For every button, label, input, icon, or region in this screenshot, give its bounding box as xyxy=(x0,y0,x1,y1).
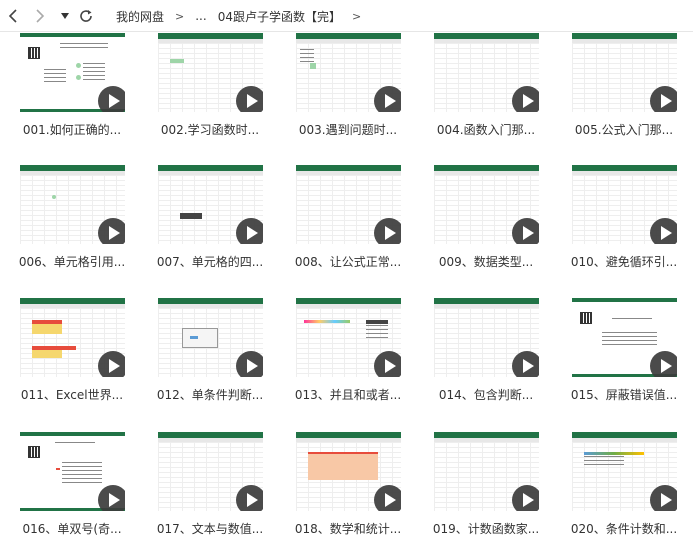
file-name-label: 005.公式入门那... xyxy=(574,123,674,137)
video-thumbnail xyxy=(434,33,539,112)
play-icon[interactable] xyxy=(236,351,263,377)
video-thumbnail xyxy=(20,298,125,377)
video-thumbnail xyxy=(158,33,263,112)
play-icon[interactable] xyxy=(374,351,401,377)
video-thumbnail xyxy=(296,298,401,377)
video-thumbnail xyxy=(572,432,677,511)
play-icon[interactable] xyxy=(512,351,539,377)
video-file-tile[interactable]: 001.如何正确的... xyxy=(0,33,134,153)
video-thumbnail xyxy=(434,165,539,244)
video-thumbnail xyxy=(20,432,125,511)
play-icon[interactable] xyxy=(650,351,677,377)
breadcrumb-separator: > xyxy=(351,9,362,23)
play-icon[interactable] xyxy=(374,485,401,511)
play-icon[interactable] xyxy=(512,485,539,511)
video-thumbnail xyxy=(20,33,125,112)
play-icon[interactable] xyxy=(236,86,263,112)
file-name-label: 012、单条件判断... xyxy=(156,388,264,402)
file-name-label: 010、避免循环引... xyxy=(570,255,678,269)
play-icon[interactable] xyxy=(236,218,263,244)
breadcrumb-separator: > xyxy=(175,9,185,23)
breadcrumb-current-folder[interactable]: 04跟卢子学函数【完】 xyxy=(218,8,341,25)
play-icon[interactable] xyxy=(512,218,539,244)
video-file-tile[interactable]: 009、数据类型... xyxy=(414,165,548,285)
breadcrumb-root[interactable]: 我的网盘 xyxy=(116,8,164,25)
video-thumbnail xyxy=(20,165,125,244)
video-file-tile[interactable]: 003.遇到问题时... xyxy=(276,33,410,153)
file-name-label: 015、屏蔽错误值... xyxy=(570,388,678,402)
video-thumbnail xyxy=(296,432,401,511)
video-file-tile[interactable]: 002.学习函数时... xyxy=(138,33,272,153)
breadcrumb-ellipsis[interactable]: ... xyxy=(195,9,206,23)
file-name-label: 014、包含判断... xyxy=(438,388,534,402)
file-name-label: 008、让公式正常... xyxy=(294,255,402,269)
video-file-tile[interactable]: 010、避免循环引... xyxy=(552,165,686,285)
play-icon[interactable] xyxy=(650,218,677,244)
video-file-tile[interactable]: 011、Excel世界... xyxy=(0,298,134,418)
video-thumbnail xyxy=(572,298,677,377)
video-file-tile[interactable]: 005.公式入门那... xyxy=(552,33,686,153)
file-name-label: 002.学习函数时... xyxy=(160,123,260,137)
file-name-label: 018、数学和统计... xyxy=(294,522,402,536)
breadcrumb: 我的网盘 > ... 04跟卢子学函数【完】 > xyxy=(116,0,372,32)
file-name-label: 004.函数入门那... xyxy=(436,123,536,137)
video-file-tile[interactable]: 014、包含判断... xyxy=(414,298,548,418)
play-icon[interactable] xyxy=(98,351,125,377)
video-file-tile[interactable]: 007、单元格的四... xyxy=(138,165,272,285)
video-file-tile[interactable]: 013、并且和或者... xyxy=(276,298,410,418)
play-icon[interactable] xyxy=(236,485,263,511)
play-icon[interactable] xyxy=(98,86,125,112)
video-thumbnail xyxy=(434,432,539,511)
file-name-label: 006、单元格引用... xyxy=(18,255,126,269)
file-name-label: 009、数据类型... xyxy=(438,255,534,269)
video-thumbnail xyxy=(158,432,263,511)
play-icon[interactable] xyxy=(374,218,401,244)
video-file-tile[interactable]: 012、单条件判断... xyxy=(138,298,272,418)
video-thumbnail xyxy=(572,33,677,112)
video-file-tile[interactable]: 018、数学和统计... xyxy=(276,432,410,548)
video-thumbnail xyxy=(158,165,263,244)
video-thumbnail xyxy=(296,33,401,112)
play-icon[interactable] xyxy=(650,485,677,511)
video-file-tile[interactable]: 004.函数入门那... xyxy=(414,33,548,153)
video-thumbnail xyxy=(158,298,263,377)
history-dropdown-button[interactable] xyxy=(55,6,75,26)
file-name-label: 017、文本与数值... xyxy=(156,522,264,536)
play-icon[interactable] xyxy=(98,485,125,511)
forward-button[interactable] xyxy=(30,6,50,26)
chevron-left-icon xyxy=(8,9,17,23)
play-icon[interactable] xyxy=(512,86,539,112)
video-file-tile[interactable]: 016、单双号(奇... xyxy=(0,432,134,548)
file-name-label: 011、Excel世界... xyxy=(20,388,124,402)
play-icon[interactable] xyxy=(98,218,125,244)
file-name-label: 016、单双号(奇... xyxy=(22,522,122,536)
video-file-tile[interactable]: 006、单元格引用... xyxy=(0,165,134,285)
file-name-label: 019、计数函数家... xyxy=(432,522,540,536)
navigation-toolbar: 我的网盘 > ... 04跟卢子学函数【完】 > xyxy=(0,0,693,32)
file-name-label: 013、并且和或者... xyxy=(294,388,402,402)
chevron-right-icon xyxy=(36,9,45,23)
file-grid: 001.如何正确的... 002.学习函数时... 003.遇到问题时... 004.… xyxy=(0,33,693,548)
video-file-tile[interactable]: 015、屏蔽错误值... xyxy=(552,298,686,418)
play-icon[interactable] xyxy=(650,86,677,112)
file-name-label: 020、条件计数和... xyxy=(570,522,678,536)
file-name-label: 001.如何正确的... xyxy=(22,123,122,137)
refresh-icon xyxy=(80,10,92,22)
video-file-tile[interactable]: 017、文本与数值... xyxy=(138,432,272,548)
video-file-tile[interactable]: 008、让公式正常... xyxy=(276,165,410,285)
refresh-button[interactable] xyxy=(76,6,96,26)
video-thumbnail xyxy=(434,298,539,377)
play-icon[interactable] xyxy=(374,86,401,112)
file-name-label: 007、单元格的四... xyxy=(156,255,264,269)
video-thumbnail xyxy=(296,165,401,244)
back-button[interactable] xyxy=(3,6,23,26)
caret-down-icon xyxy=(61,13,69,19)
video-file-tile[interactable]: 019、计数函数家... xyxy=(414,432,548,548)
video-thumbnail xyxy=(572,165,677,244)
file-name-label: 003.遇到问题时... xyxy=(298,123,398,137)
video-file-tile[interactable]: 020、条件计数和... xyxy=(552,432,686,548)
